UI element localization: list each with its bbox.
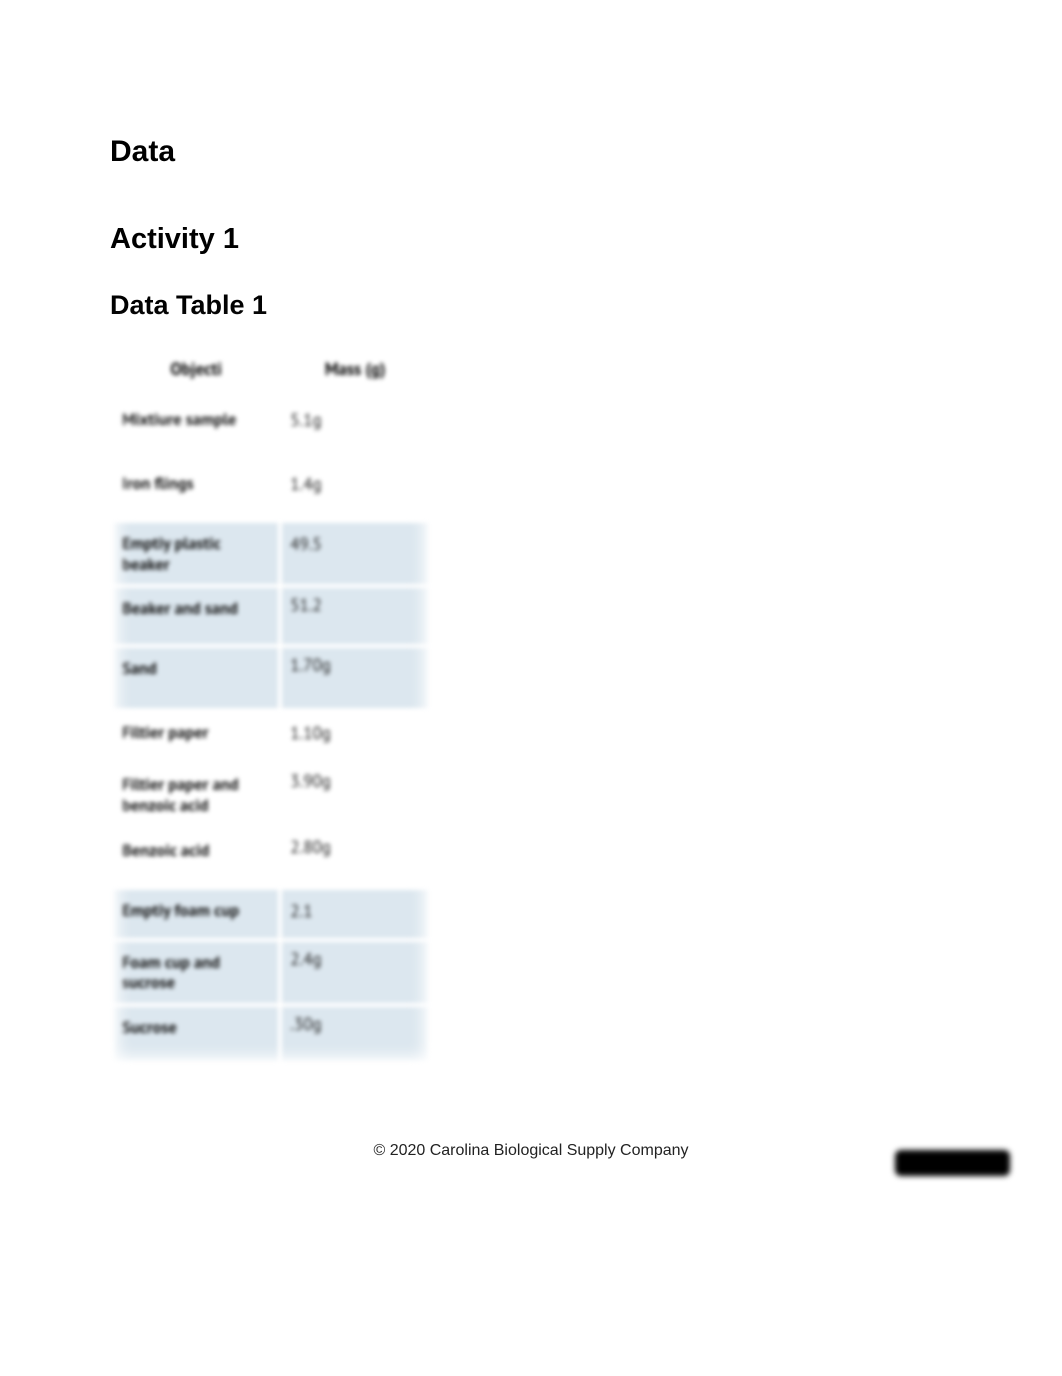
heading-activity: Activity 1: [110, 223, 952, 256]
row-value: 49.5: [282, 523, 428, 584]
table-row: Beaker and sand51.2: [114, 588, 428, 644]
redaction-box: [895, 1150, 1010, 1176]
table-row: Emptiy foam cup2.1: [114, 890, 428, 938]
row-label: Mixtiure sample: [114, 399, 278, 459]
row-label: Sucrose: [114, 1007, 278, 1061]
row-value: 5.1g: [282, 399, 428, 459]
row-value: 2.1: [282, 890, 428, 938]
col-header-mass: Mass (g): [282, 343, 428, 395]
table-row: Benzoic acid2.80g: [114, 830, 428, 886]
row-value: 2.80g: [282, 830, 428, 886]
table-row: Emptiy plastic beaker49.5: [114, 523, 428, 584]
table-row: Sucrose.30g: [114, 1007, 428, 1061]
page-content: Data Activity 1 Data Table 1 Objecti Mas…: [0, 0, 1062, 1065]
heading-table-title: Data Table 1: [110, 290, 952, 321]
row-value: 2.4g: [282, 942, 428, 1003]
data-table: Objecti Mass (g) Mixtiure sample5.1gIron…: [110, 339, 432, 1065]
table-body: Mixtiure sample5.1gIron flings1.4gEmptiy…: [114, 399, 428, 1061]
row-value: 1.70g: [282, 648, 428, 708]
row-label: Iron flings: [114, 463, 278, 519]
table-row: Filtier paper1.10g: [114, 712, 428, 760]
row-value: 1.4g: [282, 463, 428, 519]
table-row: Sand1.70g: [114, 648, 428, 708]
data-table-wrap: Objecti Mass (g) Mixtiure sample5.1gIron…: [110, 339, 432, 1065]
row-value: 51.2: [282, 588, 428, 644]
row-label: Filtier paper and benzoic acid: [114, 764, 278, 825]
row-value: 1.10g: [282, 712, 428, 760]
heading-data: Data: [110, 135, 952, 169]
table-row: Mixtiure sample5.1g: [114, 399, 428, 459]
row-label: Filtier paper: [114, 712, 278, 760]
col-header-object: Objecti: [114, 343, 278, 395]
table-row: Foam cup and sucrose2.4g: [114, 942, 428, 1003]
row-label: Emptiy plastic beaker: [114, 523, 278, 584]
row-label: Benzoic acid: [114, 830, 278, 886]
row-value: 3.90g: [282, 764, 428, 825]
row-value: .30g: [282, 1007, 428, 1061]
row-label: Sand: [114, 648, 278, 708]
row-label: Beaker and sand: [114, 588, 278, 644]
table-row: Iron flings1.4g: [114, 463, 428, 519]
table-row: Filtier paper and benzoic acid3.90g: [114, 764, 428, 825]
row-label: Foam cup and sucrose: [114, 942, 278, 1003]
row-label: Emptiy foam cup: [114, 890, 278, 938]
